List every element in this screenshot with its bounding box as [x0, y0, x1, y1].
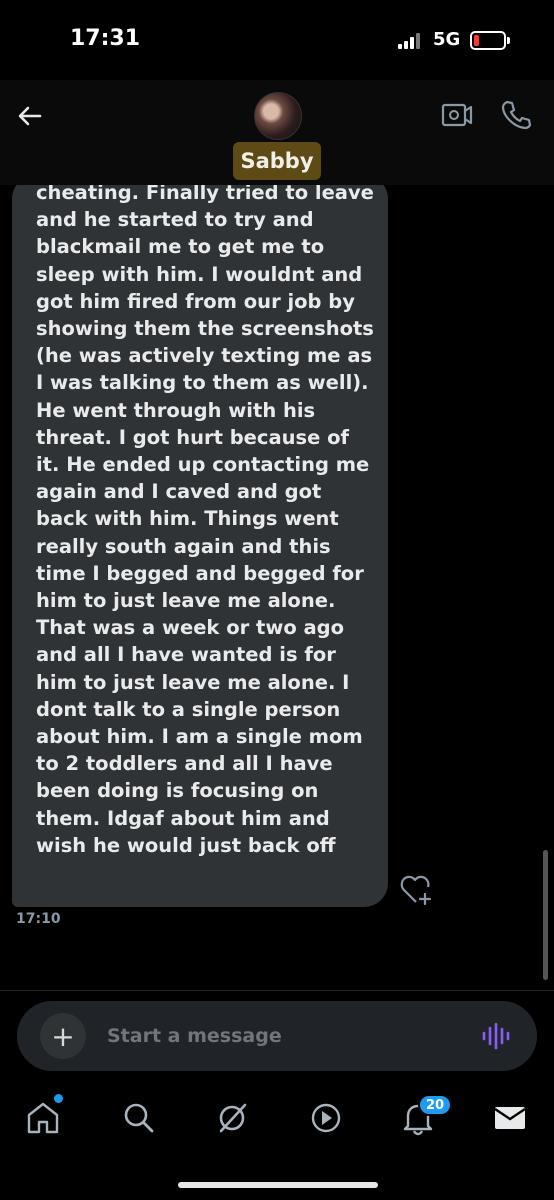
home-notification-dot — [54, 1094, 63, 1103]
contact-name: Sabby — [240, 149, 314, 173]
message-bubble[interactable]: cheating. Finally tried to leave and he … — [12, 185, 388, 907]
search-icon[interactable] — [119, 1098, 159, 1138]
add-reaction-icon[interactable] — [398, 873, 434, 907]
conversation-header: Sabby — [0, 80, 554, 185]
chat-area[interactable]: cheating. Finally tried to leave and he … — [0, 185, 554, 990]
message-input[interactable] — [107, 1019, 447, 1053]
voice-message-icon[interactable] — [481, 1021, 513, 1051]
message-text: cheating. Finally tried to leave and he … — [36, 185, 374, 857]
plus-icon: + — [51, 1019, 75, 1053]
network-type: 5G — [433, 29, 461, 50]
avatar[interactable] — [254, 92, 302, 140]
battery-icon — [470, 31, 506, 50]
home-icon[interactable] — [23, 1098, 63, 1138]
phone-call-icon[interactable] — [500, 98, 532, 130]
back-arrow-icon[interactable] — [14, 100, 46, 132]
status-bar: 17:31 5G — [0, 0, 554, 80]
message-timestamp: 17:10 — [16, 911, 61, 927]
video-tab-icon[interactable] — [306, 1098, 346, 1138]
messages-envelope-icon[interactable] — [490, 1098, 530, 1138]
grok-icon[interactable] — [212, 1098, 252, 1138]
signal-icon — [398, 33, 424, 49]
home-indicator[interactable] — [178, 1182, 378, 1188]
message-composer: + — [17, 1001, 537, 1071]
status-time: 17:31 — [70, 26, 141, 51]
battery-cap — [507, 37, 510, 44]
contact-name-highlight[interactable]: Sabby — [233, 142, 321, 180]
scrollbar[interactable] — [543, 850, 548, 980]
divider — [0, 990, 554, 991]
notifications-badge: 20 — [418, 1094, 452, 1116]
video-call-icon[interactable] — [440, 100, 474, 130]
add-attachment-button[interactable]: + — [40, 1013, 86, 1059]
